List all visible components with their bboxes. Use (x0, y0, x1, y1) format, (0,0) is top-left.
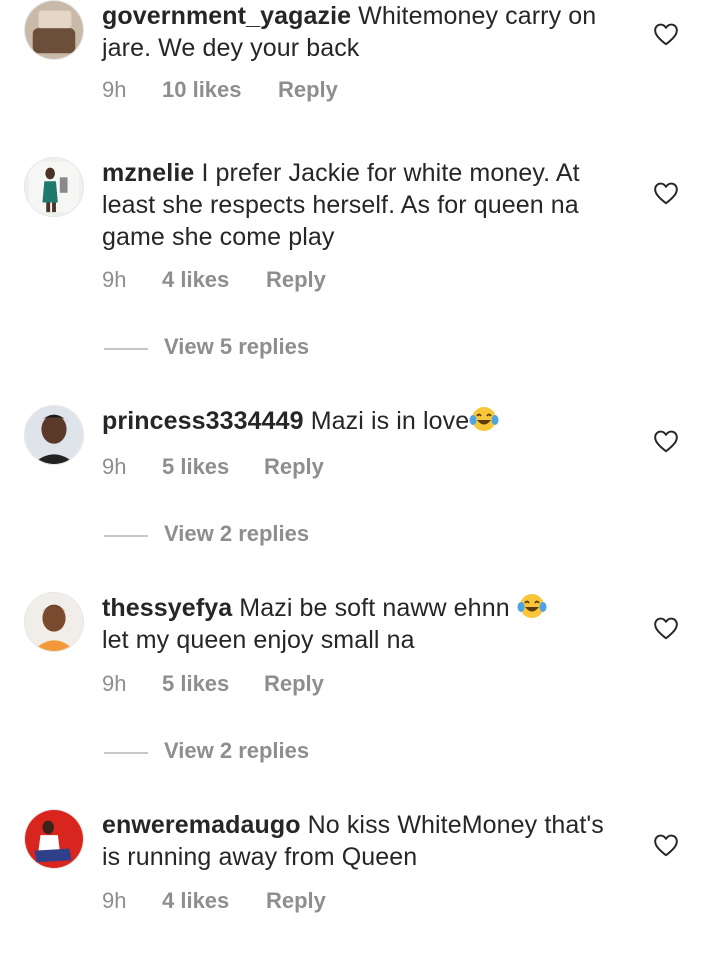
comment-time: 9h (102, 77, 127, 102)
view-replies-label[interactable]: View 5 replies (164, 334, 309, 360)
avatar[interactable] (24, 157, 84, 217)
comment-time: 9h (102, 888, 127, 913)
avatar[interactable] (24, 0, 84, 60)
comment-text: enweremadaugo No kiss WhiteMoney that's … (102, 809, 622, 873)
heart-icon[interactable] (653, 429, 679, 453)
likes-count[interactable]: 4 likes (162, 267, 229, 293)
tears-of-joy-emoji (469, 405, 499, 433)
comment-body: Mazi is in love (310, 407, 470, 435)
reply-button[interactable]: Reply (266, 267, 326, 293)
replies-divider (104, 348, 148, 350)
likes-count[interactable]: 10 likes (162, 77, 242, 103)
comment-time: 9h (102, 267, 127, 292)
likes-count[interactable]: 4 likes (162, 888, 229, 914)
likes-count[interactable]: 5 likes (162, 454, 229, 480)
comment-body: Mazi be soft naww ehnn (239, 594, 510, 622)
heart-icon[interactable] (653, 22, 679, 46)
comment-username[interactable]: princess3334449 (102, 407, 304, 435)
comment-time: 9h (102, 454, 127, 479)
avatar[interactable] (24, 592, 84, 652)
comment-username[interactable]: mznelie (102, 159, 194, 187)
heart-icon[interactable] (653, 616, 679, 640)
comment-text: thessyefya Mazi be soft naww ehnn let my… (102, 592, 622, 656)
comment-text: mznelie I prefer Jackie for white money.… (102, 157, 622, 253)
replies-divider (104, 752, 148, 754)
replies-divider (104, 535, 148, 537)
comment-username[interactable]: thessyefya (102, 594, 232, 622)
view-replies-label[interactable]: View 2 replies (164, 521, 309, 547)
avatar[interactable] (24, 809, 84, 869)
comment-text: government_yagazie Whitemoney carry on j… (102, 0, 622, 64)
reply-button[interactable]: Reply (266, 888, 326, 914)
tears-of-joy-emoji (517, 592, 547, 620)
comment-body-continued: let my queen enjoy small na (102, 626, 415, 654)
comment-username[interactable]: government_yagazie (102, 2, 351, 30)
comment-text: princess3334449 Mazi is in love (102, 405, 622, 437)
heart-icon[interactable] (653, 833, 679, 857)
reply-button[interactable]: Reply (264, 454, 324, 480)
heart-icon[interactable] (653, 181, 679, 205)
likes-count[interactable]: 5 likes (162, 671, 229, 697)
view-replies-label[interactable]: View 2 replies (164, 738, 309, 764)
reply-button[interactable]: Reply (264, 671, 324, 697)
comment-time: 9h (102, 671, 127, 696)
reply-button[interactable]: Reply (278, 77, 338, 103)
comment-username[interactable]: enweremadaugo (102, 811, 301, 839)
avatar[interactable] (24, 405, 84, 465)
